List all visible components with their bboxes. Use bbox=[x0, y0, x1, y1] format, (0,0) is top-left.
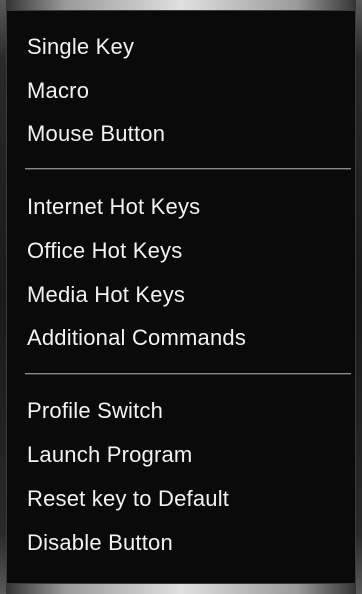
menu-item-profile-switch[interactable]: Profile Switch bbox=[27, 394, 337, 428]
menu-frame-right bbox=[356, 0, 362, 594]
menu-item-reset-key-to-default[interactable]: Reset key to Default bbox=[27, 482, 337, 516]
menu-item-media-hot-keys[interactable]: Media Hot Keys bbox=[27, 278, 337, 312]
menu-frame-left bbox=[0, 0, 6, 594]
menu-item-office-hot-keys[interactable]: Office Hot Keys bbox=[27, 234, 337, 268]
menu-item-mouse-button[interactable]: Mouse Button bbox=[27, 117, 337, 151]
menu-separator bbox=[25, 168, 351, 170]
menu-item-disable-button[interactable]: Disable Button bbox=[27, 526, 337, 560]
menu-frame-top bbox=[0, 0, 362, 10]
menu-frame-bottom bbox=[0, 584, 362, 594]
menu-item-internet-hot-keys[interactable]: Internet Hot Keys bbox=[27, 190, 337, 224]
menu-item-additional-commands[interactable]: Additional Commands bbox=[27, 321, 337, 355]
menu-item-single-key[interactable]: Single Key bbox=[27, 30, 337, 64]
menu-item-macro[interactable]: Macro bbox=[27, 74, 337, 108]
menu-item-launch-program[interactable]: Launch Program bbox=[27, 438, 337, 472]
menu-separator bbox=[25, 373, 351, 375]
